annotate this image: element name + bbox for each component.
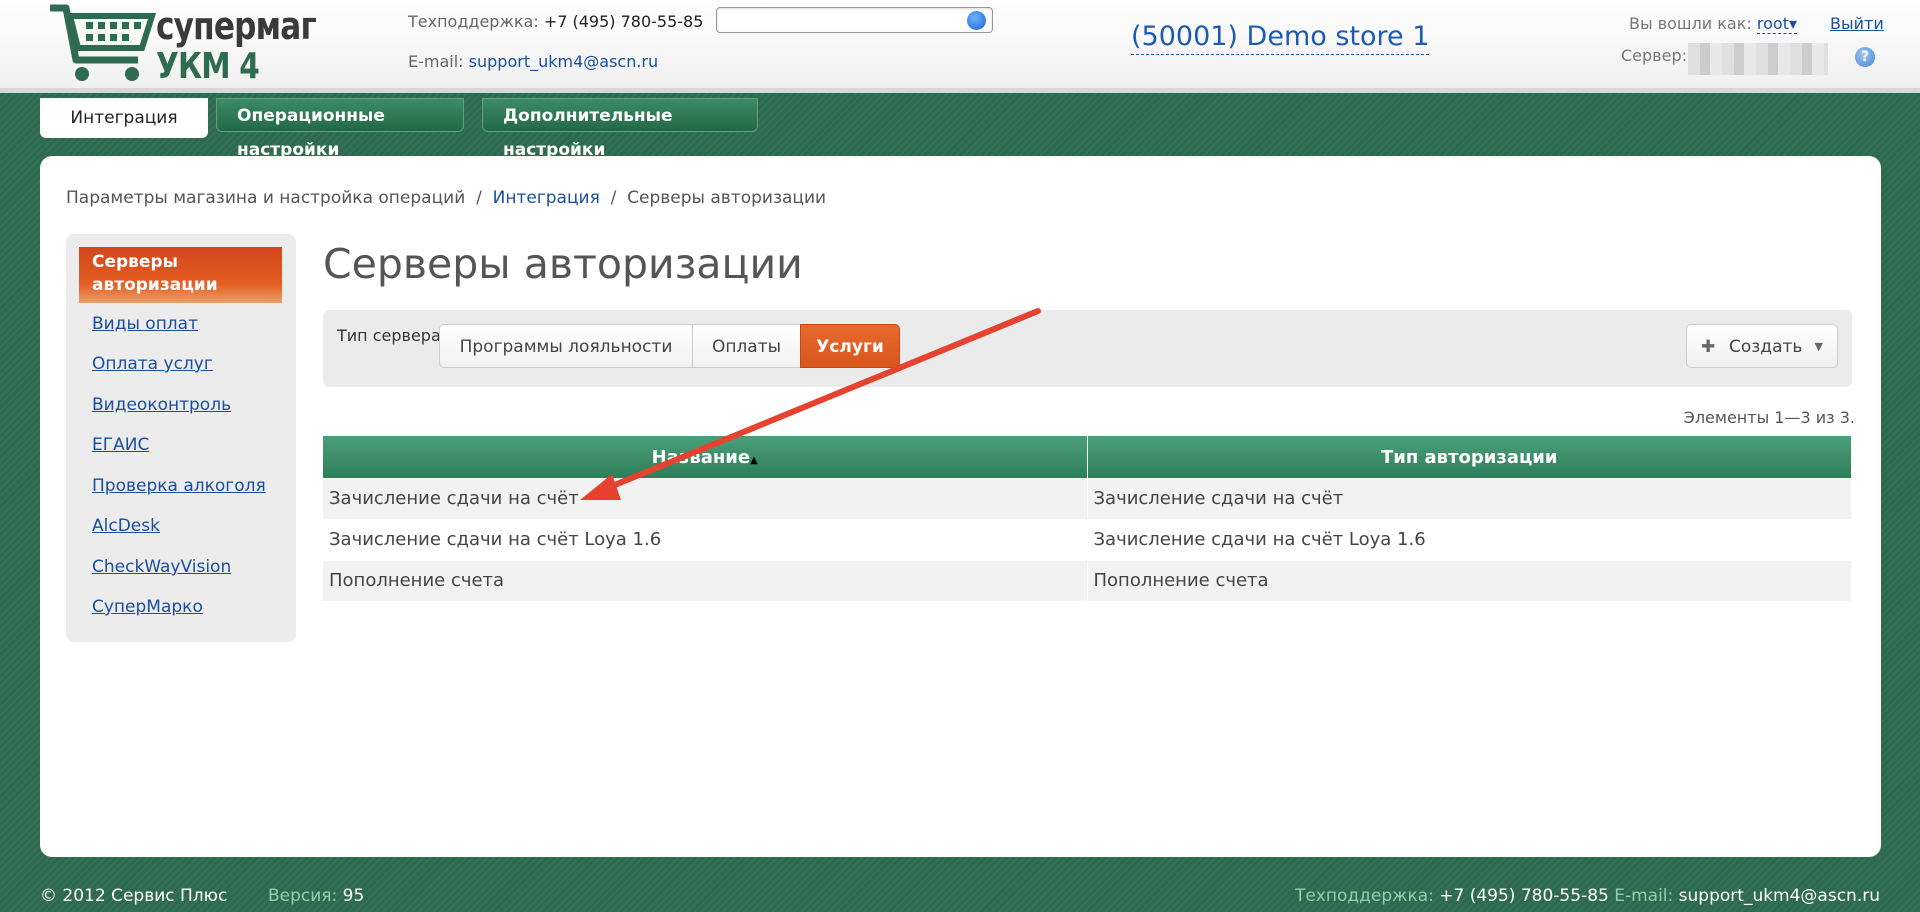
sidebar-item-alcohol-check[interactable]: Проверка алкоголя bbox=[92, 476, 266, 496]
table-row[interactable]: Зачисление сдачи на счёт Loya 1.6 Зачисл… bbox=[323, 519, 1852, 561]
segment-services[interactable]: Услуги bbox=[800, 324, 900, 368]
column-header-auth-type[interactable]: Тип авторизации bbox=[1087, 436, 1852, 478]
cell-name[interactable]: Пополнение счета bbox=[323, 560, 1088, 602]
support-phone-value: +7 (495) 780-55-85 bbox=[543, 12, 704, 31]
server-type-label: Тип сервера: bbox=[337, 326, 447, 345]
sidebar: Серверы авторизации Виды оплат Оплата ус… bbox=[66, 234, 296, 642]
footer-email-label: E-mail: bbox=[1614, 886, 1674, 906]
chevron-down-icon: ▼ bbox=[1814, 340, 1823, 353]
tab-additional-settings[interactable]: Дополнительные настройки bbox=[482, 98, 758, 160]
logged-in-info: Вы вошли как: root▾ bbox=[1629, 14, 1797, 34]
tab-operational-settings[interactable]: Операционные настройки bbox=[216, 98, 464, 160]
column-header-name[interactable]: Название▲ bbox=[323, 436, 1088, 478]
cell-auth-type: Зачисление сдачи на счёт Loya 1.6 bbox=[1087, 519, 1852, 561]
app-header: супермаг УКМ 4 Техподдержка: +7 (495) 78… bbox=[0, 0, 1920, 93]
breadcrumb-separator: / bbox=[610, 188, 617, 208]
footer-version: Версия: 95 bbox=[268, 886, 364, 906]
server-name-redacted bbox=[1688, 43, 1828, 75]
store-selector[interactable]: (50001) Demo store 1 bbox=[1131, 20, 1430, 55]
segment-payments[interactable]: Оплаты bbox=[692, 324, 801, 368]
breadcrumb-separator: / bbox=[476, 188, 482, 208]
footer-support-phone: +7 (495) 780-55-85 bbox=[1439, 886, 1609, 906]
footer-support: Техподдержка: +7 (495) 780-55-85 E-mail:… bbox=[1295, 886, 1880, 906]
plus-icon: ✚ bbox=[1701, 337, 1716, 357]
help-icon[interactable]: ? bbox=[1855, 47, 1875, 67]
server-label: Сервер: bbox=[1621, 46, 1687, 65]
cell-name[interactable]: Зачисление сдачи на счёт bbox=[323, 478, 1088, 520]
sidebar-item-supermarko[interactable]: СуперМарко bbox=[92, 597, 203, 617]
create-button[interactable]: ✚ Создать ▼ bbox=[1686, 324, 1838, 368]
servers-table: Название▲ Тип авторизации Зачисление сда… bbox=[323, 436, 1852, 602]
support-email: E-mail: support_ukm4@ascn.ru bbox=[408, 52, 658, 71]
page-title: Серверы авторизации bbox=[323, 240, 803, 288]
search-icon[interactable] bbox=[967, 11, 986, 30]
supermag-logo[interactable]: супермаг УКМ 4 bbox=[46, 2, 317, 87]
create-label: Создать bbox=[1729, 337, 1803, 357]
logo-subtitle: УКМ 4 bbox=[156, 46, 260, 87]
footer-support-label: Техподдержка: bbox=[1294, 886, 1434, 906]
cell-auth-type: Пополнение счета bbox=[1087, 560, 1852, 602]
sidebar-item-video-control[interactable]: Видеоконтроль bbox=[92, 395, 231, 415]
sort-asc-icon: ▲ bbox=[750, 454, 758, 466]
items-count: Элементы 1—3 из 3. bbox=[1683, 408, 1855, 427]
breadcrumb: Параметры магазина и настройка операций … bbox=[66, 188, 826, 208]
logo-title: супермаг bbox=[156, 4, 317, 48]
email-link[interactable]: support_ukm4@ascn.ru bbox=[469, 52, 658, 71]
tab-integration[interactable]: Интеграция bbox=[40, 98, 208, 138]
column-header-name-label: Название bbox=[651, 446, 751, 468]
breadcrumb-store-params: Параметры магазина и настройка операций bbox=[66, 188, 466, 208]
user-name: root bbox=[1756, 14, 1789, 33]
table-row[interactable]: Пополнение счета Пополнение счета bbox=[323, 560, 1852, 602]
user-menu[interactable]: root▾ bbox=[1756, 14, 1797, 34]
support-phone: Техподдержка: +7 (495) 780-55-85 bbox=[408, 12, 703, 31]
search-input[interactable] bbox=[716, 7, 993, 33]
sidebar-item-auth-servers[interactable]: Серверы авторизации bbox=[79, 247, 282, 303]
logout-link[interactable]: Выйти bbox=[1830, 14, 1884, 33]
footer-copyright: © 2012 Сервис Плюс bbox=[40, 886, 228, 906]
sidebar-item-payment-types[interactable]: Виды оплат bbox=[92, 314, 198, 334]
support-label: Техподдержка: bbox=[408, 12, 539, 31]
sidebar-item-egais[interactable]: ЕГАИС bbox=[92, 435, 149, 455]
chevron-down-icon: ▾ bbox=[1788, 14, 1797, 33]
email-label: E-mail: bbox=[408, 52, 464, 71]
sidebar-item-alcdesk[interactable]: AlcDesk bbox=[92, 516, 160, 536]
cell-auth-type: Зачисление сдачи на счёт bbox=[1087, 478, 1852, 520]
breadcrumb-current: Серверы авторизации bbox=[627, 188, 827, 208]
sidebar-item-checkwayvision[interactable]: CheckWayVision bbox=[92, 557, 231, 577]
logged-label: Вы вошли как: bbox=[1629, 14, 1752, 33]
breadcrumb-integration[interactable]: Интеграция bbox=[493, 188, 600, 208]
shopping-cart-icon bbox=[50, 4, 157, 81]
segment-loyalty-programs[interactable]: Программы лояльности bbox=[439, 324, 693, 368]
main-panel: Параметры магазина и настройка операций … bbox=[40, 156, 1881, 857]
table-row[interactable]: Зачисление сдачи на счёт Зачисление сдач… bbox=[323, 478, 1852, 520]
version-label: Версия: bbox=[268, 886, 338, 906]
sidebar-item-service-payment[interactable]: Оплата услуг bbox=[92, 354, 213, 374]
cell-name[interactable]: Зачисление сдачи на счёт Loya 1.6 bbox=[323, 519, 1088, 561]
filter-toolbar: Тип сервера: Программы лояльности Оплаты… bbox=[323, 310, 1852, 387]
version-value: 95 bbox=[342, 886, 365, 906]
footer-email-link[interactable]: support_ukm4@ascn.ru bbox=[1679, 886, 1880, 906]
